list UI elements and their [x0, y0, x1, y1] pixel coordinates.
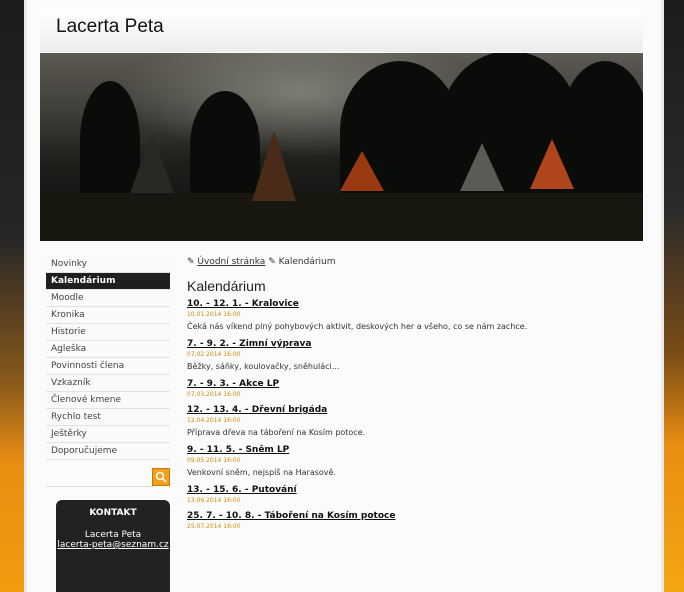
menu-item-historie[interactable]: Historie: [46, 324, 170, 341]
event-description: Běžky, sáňky, koulovačky, sněhuláci...: [187, 362, 340, 371]
breadcrumb-home-link[interactable]: Úvodní stránka: [197, 257, 265, 267]
menu-item-jesterky[interactable]: Ještěrky: [46, 426, 170, 443]
event-item: 7. - 9. 3. - Akce LP 07.03.2014 16:00: [187, 378, 632, 400]
search-button[interactable]: [152, 468, 170, 486]
event-description: Čeká nás víkend plný pohybových aktivit,…: [187, 322, 528, 331]
menu-item-agleska[interactable]: Agleška: [46, 341, 170, 358]
menu-item-moodle[interactable]: Moodle: [46, 290, 170, 307]
contact-title: KONTAKT: [89, 508, 137, 518]
event-title-link[interactable]: 13. - 15. 6. - Putování: [187, 484, 632, 496]
menu-item-novinky[interactable]: Novinky: [46, 256, 170, 273]
breadcrumb-current: Kalendárium: [278, 257, 336, 267]
menu-item-clenove-kmene[interactable]: Členové kmene: [46, 392, 170, 409]
event-item: 10. - 12. 1. - Kralovice 10.01.2014 16:0…: [187, 298, 632, 334]
event-title-link[interactable]: 10. - 12. 1. - Kralovice: [187, 298, 632, 310]
header-banner-image: [40, 53, 643, 241]
event-date: 09.05.2014 16:00: [187, 457, 241, 464]
menu-item-vzkaznik[interactable]: Vzkazník: [46, 375, 170, 392]
event-title-link[interactable]: 12. - 13. 4. - Dřevní brigáda: [187, 404, 632, 416]
search-box: [46, 468, 170, 487]
page-title: Kalendárium: [187, 278, 266, 294]
menu-item-kronika[interactable]: Kronika: [46, 307, 170, 324]
search-input[interactable]: [46, 470, 154, 487]
event-title-link[interactable]: 7. - 9. 3. - Akce LP: [187, 378, 632, 390]
contact-name: Lacerta Peta: [84, 530, 142, 540]
event-description: Příprava dřeva na táboření na Kosím poto…: [187, 428, 366, 437]
event-item: 25. 7. - 10. 8. - Táboření na Kosím poto…: [187, 510, 632, 532]
site-header: Lacerta Peta: [40, 10, 643, 52]
menu-item-rychlo-test[interactable]: Rychlo test: [46, 409, 170, 426]
main-content: ✎ Úvodní stránka ✎ Kalendárium Kalendári…: [187, 254, 632, 532]
event-title-link[interactable]: 7. - 9. 2. - Zimní výprava: [187, 338, 632, 350]
contact-box: KONTAKT Lacerta Peta lacerta-peta@seznam…: [56, 500, 170, 592]
sidebar-menu: Novinky Kalendárium Moodle Kronika Histo…: [46, 256, 170, 460]
quill-icon: ✎: [187, 257, 195, 267]
menu-item-doporucujeme[interactable]: Doporučujeme: [46, 443, 170, 460]
search-icon: [155, 471, 167, 483]
event-date: 07.03.2014 16:00: [187, 391, 241, 398]
menu-item-povinnosti-clena[interactable]: Povinnosti člena: [46, 358, 170, 375]
site-title[interactable]: Lacerta Peta: [56, 16, 164, 38]
event-description: Venkovní sněm, nejspíš na Harasově.: [187, 468, 336, 477]
event-item: 13. - 15. 6. - Putování 13.06.2014 16:00: [187, 484, 632, 506]
breadcrumb: ✎ Úvodní stránka ✎ Kalendárium: [187, 254, 632, 270]
breadcrumb-separator-icon: ✎: [268, 257, 279, 267]
contact-email-link[interactable]: lacerta-peta@seznam.cz: [56, 540, 170, 550]
event-date: 25.07.2014 16:00: [187, 523, 241, 530]
event-date: 07.02.2014 16:00: [187, 351, 241, 358]
event-item: 12. - 13. 4. - Dřevní brigáda 12.04.2014…: [187, 404, 632, 440]
event-item: 7. - 9. 2. - Zimní výprava 07.02.2014 16…: [187, 338, 632, 374]
event-date: 13.06.2014 16:00: [187, 497, 241, 504]
event-title-link[interactable]: 25. 7. - 10. 8. - Táboření na Kosím poto…: [187, 510, 632, 522]
event-title-link[interactable]: 9. - 11. 5. - Sněm LP: [187, 444, 632, 456]
event-item: 9. - 11. 5. - Sněm LP 09.05.2014 16:00 V…: [187, 444, 632, 480]
event-date: 12.04.2014 16:00: [187, 417, 241, 424]
menu-item-kalendarium[interactable]: Kalendárium: [46, 273, 170, 290]
event-date: 10.01.2014 16:00: [187, 311, 241, 318]
